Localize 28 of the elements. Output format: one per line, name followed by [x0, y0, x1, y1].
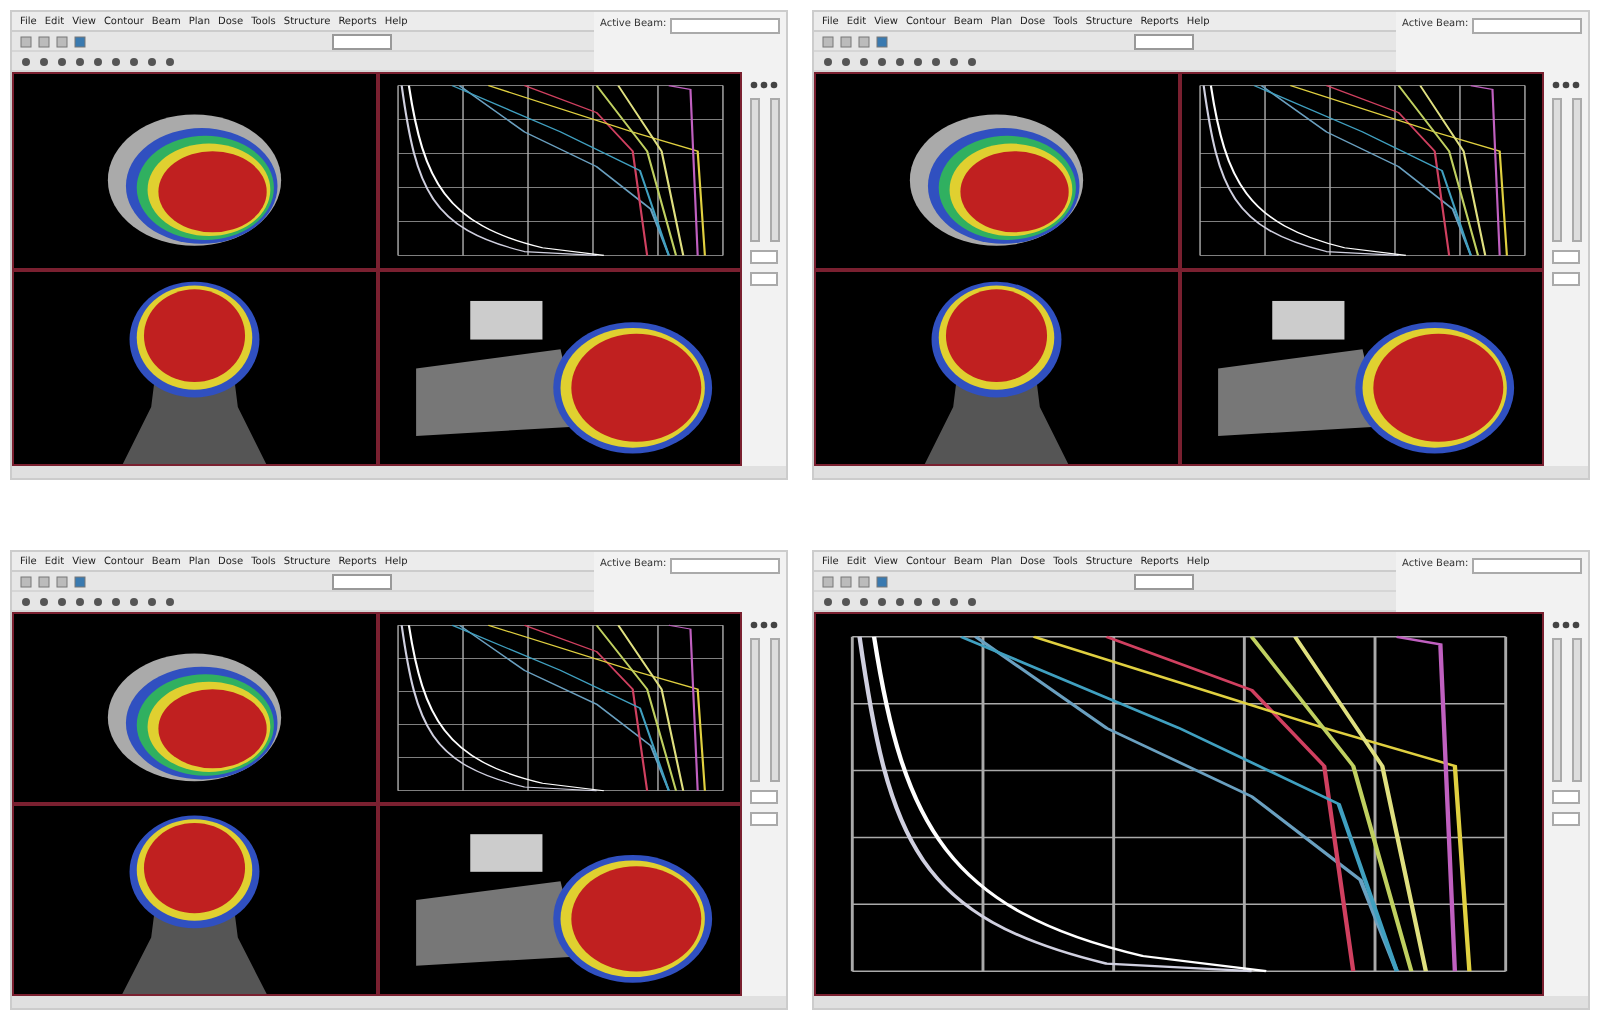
dropdown-field[interactable]: [332, 573, 392, 589]
input-field[interactable]: [750, 250, 778, 264]
active-beam-field[interactable]: [670, 18, 780, 34]
dropdown-field[interactable]: [1134, 573, 1194, 589]
dropdown-field[interactable]: [332, 33, 392, 49]
slider-track[interactable]: [1571, 638, 1581, 782]
input-field[interactable]: [1552, 812, 1580, 826]
toolbar-icon[interactable]: [1550, 80, 1582, 90]
slider-track[interactable]: [1571, 98, 1581, 242]
input-field[interactable]: [750, 272, 778, 286]
input-field[interactable]: [1552, 790, 1580, 804]
dropdown-field[interactable]: [1134, 33, 1194, 49]
active-beam-field[interactable]: [670, 558, 780, 574]
toolbar-icon[interactable]: [748, 80, 780, 90]
input-field[interactable]: [750, 790, 778, 804]
slider-track[interactable]: [1551, 98, 1561, 242]
active-beam-field[interactable]: [1472, 558, 1582, 574]
input-field[interactable]: [1552, 272, 1580, 286]
slider-track[interactable]: [769, 98, 779, 242]
toolbar-icon[interactable]: [748, 620, 780, 630]
slider-track[interactable]: [769, 638, 779, 782]
input-field[interactable]: [750, 812, 778, 826]
active-beam-field[interactable]: [1472, 18, 1582, 34]
input-field[interactable]: [1552, 250, 1580, 264]
slider-track[interactable]: [1551, 638, 1561, 782]
slider-track[interactable]: [749, 638, 759, 782]
slider-track[interactable]: [749, 98, 759, 242]
toolbar-icon[interactable]: [1550, 620, 1582, 630]
